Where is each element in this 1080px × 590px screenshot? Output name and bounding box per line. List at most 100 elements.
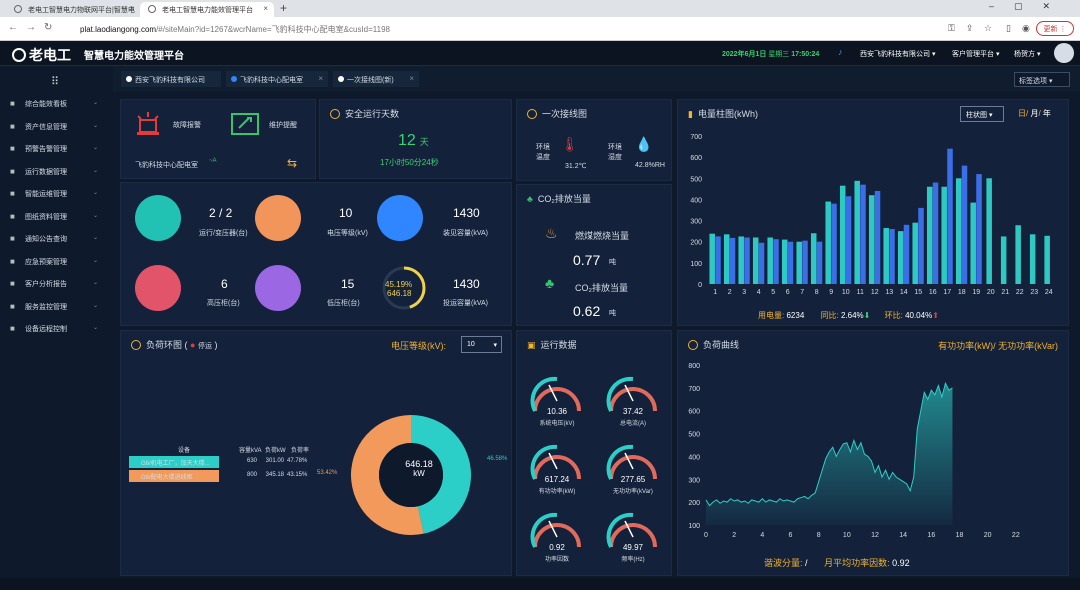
sidebar-item[interactable]: ■ 资产信息管理 ⌄: [10, 122, 110, 140]
close-icon[interactable]: ×: [318, 74, 323, 83]
sidebar-item[interactable]: ■ 智能运维管理 ⌄: [10, 189, 110, 207]
sidebar-item[interactable]: ■ 应急预案管理 ⌄: [10, 257, 110, 275]
voltage-select[interactable]: 10 ▾: [461, 336, 502, 353]
page-tab-company[interactable]: 西安飞豹科技有限公司: [121, 71, 221, 87]
period-day[interactable]: 日: [1018, 109, 1026, 118]
update-button[interactable]: 更新 ⋮: [1036, 21, 1074, 36]
sidebar-item[interactable]: ■ 通知公告查询 ⌄: [10, 234, 110, 252]
share-icon[interactable]: ⇪: [966, 23, 974, 34]
bar[interactable]: [715, 236, 721, 284]
bar[interactable]: [839, 185, 846, 284]
bar[interactable]: [773, 239, 779, 284]
switch-icon[interactable]: ⇆: [287, 156, 297, 170]
voltage-filter-label: 电压等级(kV):: [391, 341, 446, 351]
fault-alarm-icon[interactable]: [135, 110, 161, 136]
bar[interactable]: [883, 227, 889, 284]
chart-type-select[interactable]: 柱状图 ▾: [960, 106, 1004, 122]
bar[interactable]: [816, 241, 823, 284]
bar[interactable]: [926, 186, 933, 284]
bar[interactable]: [767, 237, 773, 284]
table-row[interactable]: G8/配电大楼进线柜 800 345.18 43.15%: [129, 470, 317, 482]
close-icon[interactable]: ×: [409, 74, 414, 83]
bar[interactable]: [723, 234, 730, 284]
usage-label: 用电量:: [758, 311, 785, 320]
bar[interactable]: [947, 148, 953, 284]
browser-tab-2[interactable]: 老电工智慧电力能效管理平台 ×: [140, 2, 274, 17]
tag-options-select[interactable]: 标签选项 ▾: [1014, 72, 1070, 87]
browser-tab-1[interactable]: 老电工智慧电力物联网平台|智慧电 ×: [6, 2, 140, 17]
bar[interactable]: [709, 233, 715, 284]
bar[interactable]: [868, 195, 875, 284]
bar[interactable]: [781, 239, 788, 284]
close-icon[interactable]: ×: [129, 4, 134, 13]
bar[interactable]: [874, 190, 881, 284]
page-tab-wiring[interactable]: 一次接线图(新) ×: [333, 71, 419, 87]
bar[interactable]: [738, 236, 744, 284]
bar[interactable]: [918, 207, 924, 284]
bar[interactable]: [955, 178, 962, 284]
bar[interactable]: [932, 182, 939, 284]
bar[interactable]: [961, 165, 968, 284]
bar[interactable]: [796, 241, 802, 284]
customer-platform-dropdown[interactable]: 客户管理平台 ▾: [952, 49, 999, 59]
bar[interactable]: [825, 201, 831, 284]
sidebar-item[interactable]: ■ 图纸资料管理 ⌄: [10, 212, 110, 230]
installed-capacity-label: 装见容量(kVA): [443, 230, 488, 237]
grid-menu-icon[interactable]: ⠿: [51, 75, 59, 88]
bar[interactable]: [1000, 236, 1007, 284]
sidepanel-icon[interactable]: ▯: [1006, 23, 1011, 34]
customer-platform-label: 客户管理平台: [952, 51, 994, 58]
bar[interactable]: [787, 241, 794, 284]
bar[interactable]: [986, 178, 992, 284]
new-tab-button[interactable]: +: [280, 1, 287, 15]
bar[interactable]: [1044, 235, 1050, 284]
sidebar-item[interactable]: ■ 预警告警管理 ⌄: [10, 144, 110, 162]
bar[interactable]: [897, 231, 904, 284]
bar[interactable]: [912, 222, 918, 284]
bar[interactable]: [729, 237, 736, 284]
sidebar-item[interactable]: ■ 设备远程控制 ⌄: [10, 324, 110, 342]
bar[interactable]: [810, 233, 817, 284]
bar[interactable]: [845, 196, 852, 284]
bar[interactable]: [1029, 234, 1036, 284]
sidebar-item[interactable]: ■ 客户分析报告 ⌄: [10, 279, 110, 297]
profile-icon[interactable]: ◉: [1022, 23, 1030, 34]
bar[interactable]: [744, 237, 750, 284]
back-icon[interactable]: ←: [8, 22, 18, 33]
bar[interactable]: [903, 224, 910, 284]
star-icon[interactable]: ☆: [984, 23, 992, 34]
bell-icon[interactable]: ♪: [838, 47, 843, 57]
bar[interactable]: [802, 240, 808, 284]
company-dropdown[interactable]: 西安飞豹科技有限公司 ▾: [860, 49, 935, 59]
cell-device: G6/机电工厂，加天大楼...: [141, 461, 210, 467]
bar[interactable]: [752, 237, 759, 284]
close-icon[interactable]: ×: [263, 4, 268, 13]
forward-icon[interactable]: →: [26, 22, 36, 33]
period-month[interactable]: 月: [1030, 109, 1038, 118]
window-controls[interactable]: –▢✕: [989, 1, 1070, 12]
table-row[interactable]: G6/机电工厂，加天大楼... 630 301.00 47.78%: [129, 456, 317, 468]
page-tab-room[interactable]: 飞豹科技中心配电室 ×: [226, 71, 328, 87]
bar[interactable]: [860, 184, 866, 284]
safety-title: 安全运行天数: [330, 107, 399, 120]
bar[interactable]: [758, 242, 765, 284]
bar[interactable]: [1015, 225, 1021, 284]
sidebar-item[interactable]: ■ 运行数据管理 ⌄: [10, 167, 110, 185]
bar[interactable]: [889, 229, 895, 284]
reload-icon[interactable]: ↻: [44, 22, 52, 33]
chart-type-label: 柱状图: [966, 112, 987, 119]
user-dropdown[interactable]: 杨贺方 ▾: [1014, 49, 1040, 59]
gauge: 10.36 系统电压(kV): [527, 371, 587, 427]
avatar[interactable]: [1054, 43, 1074, 63]
maintenance-icon[interactable]: [231, 110, 259, 136]
bar[interactable]: [831, 203, 837, 284]
bar[interactable]: [854, 180, 860, 284]
bar[interactable]: [941, 186, 947, 284]
url-field[interactable]: plat.laodiangong.com/#/siteMain?id=1267&…: [70, 21, 950, 37]
bar[interactable]: [976, 174, 982, 284]
key-icon[interactable]: ⚿: [948, 23, 955, 34]
period-year[interactable]: 年: [1043, 109, 1051, 118]
sidebar-item[interactable]: ■ 服务监控管理 ⌄: [10, 302, 110, 320]
bar[interactable]: [970, 202, 976, 284]
sidebar-item[interactable]: ■ 综合能效看板 ⌄: [10, 99, 110, 117]
